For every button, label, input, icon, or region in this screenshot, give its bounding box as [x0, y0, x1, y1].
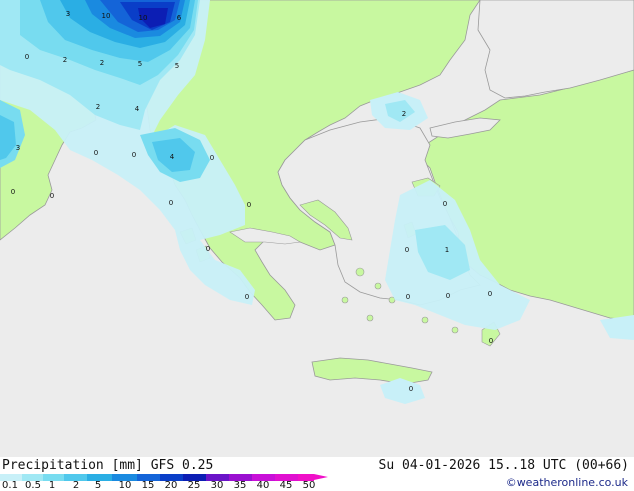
map-title: Precipitation [mm] GFS 0.25	[2, 458, 214, 473]
precip-value-label: 1	[445, 246, 449, 254]
precip-value-label: 2	[402, 110, 406, 118]
precip-value-label: 3	[66, 10, 70, 18]
precip-value-label: 2	[63, 56, 67, 64]
precip-value-label: 0	[94, 149, 98, 157]
precip-value-label: 4	[170, 153, 175, 161]
legend-tick-label: 1	[48, 480, 56, 491]
precip-value-label: 0	[406, 293, 410, 301]
precip-value-label: 3	[16, 144, 20, 152]
precip-value-label: 4	[135, 105, 140, 113]
precip-value-label: 0	[25, 53, 29, 61]
legend-tick-label: 20	[164, 480, 178, 491]
precip-value-label: 0	[409, 385, 413, 393]
precip-value-label: 5	[138, 60, 142, 68]
legend-tick-label: 10	[118, 480, 132, 491]
precip-value-label: 0	[446, 292, 450, 300]
precip-value-label: 0	[247, 201, 251, 209]
footer: Precipitation [mm] GFS 0.25 Su 04-01-202…	[0, 457, 634, 491]
precip-value-label: 2	[100, 59, 104, 67]
cyclades-island	[341, 296, 349, 304]
precipitation-map: 3 10 10 6 0 2 2 5 5 2 4 2 3 0 0 4 0 0 0 0 0 0 0 0 1 0 0 0 0 0 0	[0, 0, 634, 457]
map-canvas: 3 10 10 60 2 2 5 52 4230 0 4 00 00 0 00 0 10 0 0 000	[0, 0, 634, 457]
precip-value-label: 10	[139, 14, 148, 22]
precip-value-label: 0	[210, 154, 214, 162]
cyclades-island	[355, 267, 365, 277]
precip-value-label: 0	[50, 192, 54, 200]
legend-tick-label: 2	[72, 480, 80, 491]
legend-tick-label: 30	[210, 480, 224, 491]
precip-value-label: 0	[443, 200, 447, 208]
legend-tick-label: 50	[302, 480, 316, 491]
precip-value-label: 0	[11, 188, 15, 196]
precip-value-label: 2	[96, 103, 100, 111]
legend-tick-label: 40	[256, 480, 270, 491]
precip-value-label: 5	[175, 62, 179, 70]
cyclades-island	[374, 282, 382, 290]
cyclades-island	[366, 314, 374, 322]
legend-tick-label: 35	[233, 480, 247, 491]
legend-arrow	[314, 474, 328, 480]
precip-value-label: 10	[102, 12, 111, 20]
precip-value-label: 0	[206, 245, 210, 253]
precip-value-label: 0	[488, 290, 492, 298]
precip-value-label: 0	[132, 151, 136, 159]
precip-value-label: 0	[245, 293, 249, 301]
dodecanese-island	[451, 326, 459, 334]
legend-tick-label: 5	[94, 480, 102, 491]
legend-tick-label: 0.5	[25, 480, 41, 491]
legend-tick-label: 0.1	[2, 480, 18, 491]
legend-tick-label: 15	[141, 480, 155, 491]
precip-value-label: 0	[169, 199, 173, 207]
credit-link[interactable]: ©weatheronline.co.uk	[506, 476, 628, 489]
precip-value-label: 6	[177, 14, 182, 22]
precip-value-label: 0	[405, 246, 409, 254]
cyclades-island	[421, 316, 429, 324]
valid-time: Su 04-01-2026 15..18 UTC (00+66)	[378, 458, 629, 473]
legend-tick-label: 45	[279, 480, 293, 491]
legend-tick-label: 25	[187, 480, 201, 491]
precip-value-label: 0	[489, 337, 493, 345]
